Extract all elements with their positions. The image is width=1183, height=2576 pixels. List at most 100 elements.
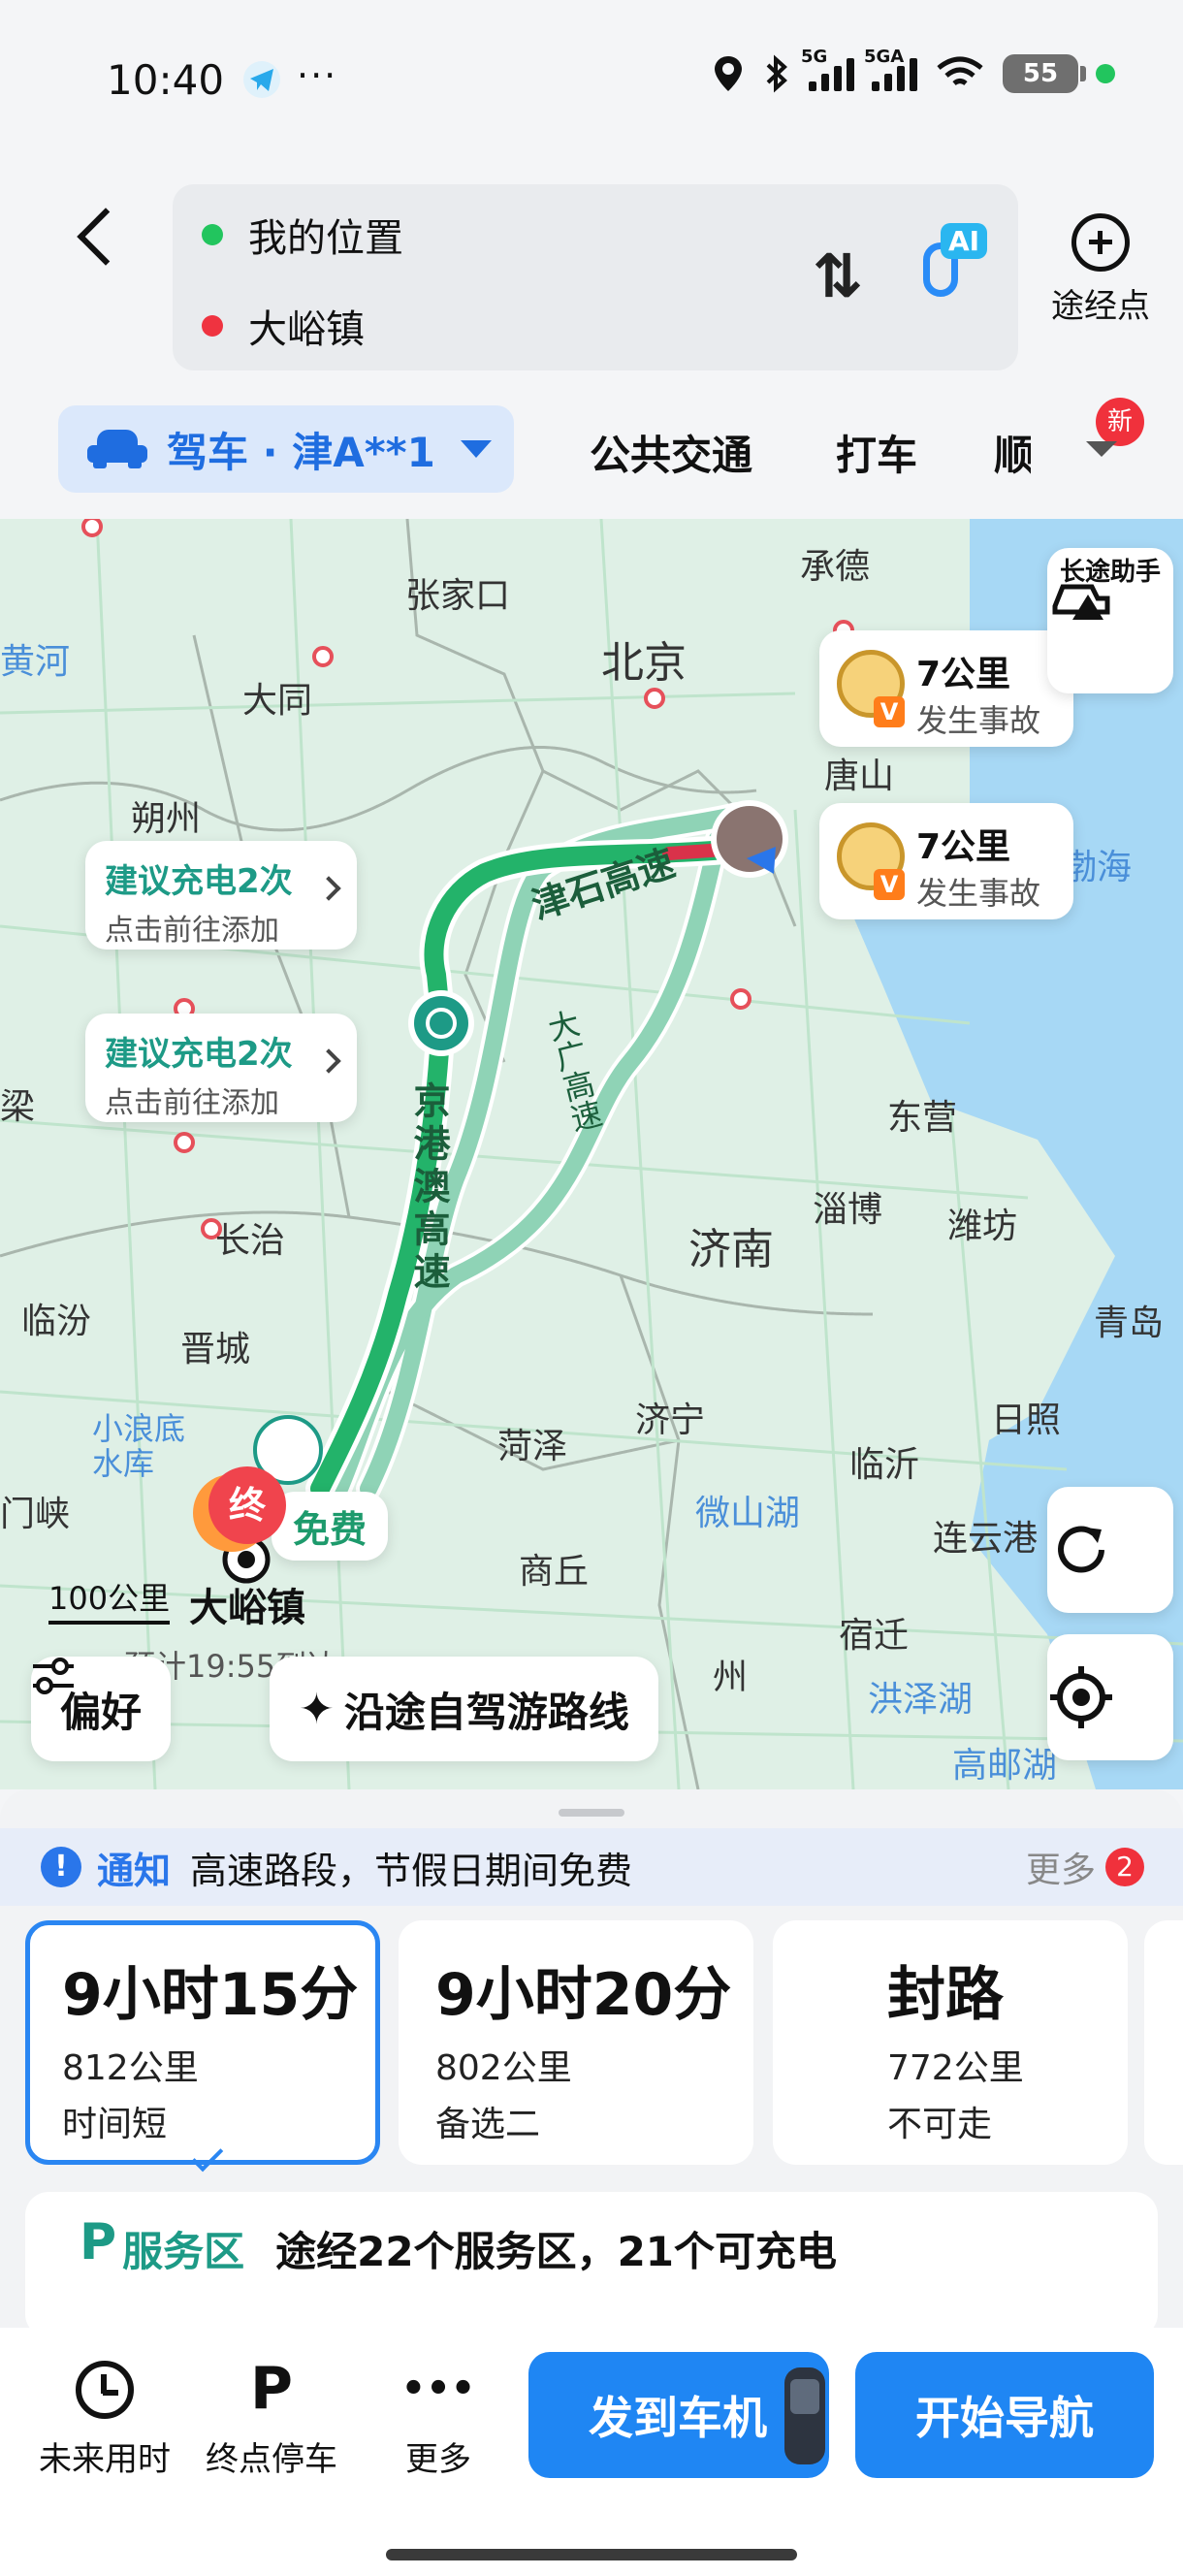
tab-drive[interactable]: 驾车 · 津A**1	[58, 405, 514, 493]
charge-suggestion-card[interactable]: 建议充电2次 点击前往添加	[85, 1014, 357, 1122]
swap-icon[interactable]: ⇅	[813, 241, 863, 311]
map-label: 商丘	[519, 1552, 590, 1592]
route-option-card[interactable]: 9小时20分 802公里 备选二	[399, 1920, 753, 2165]
refresh-button[interactable]	[1047, 1487, 1173, 1613]
map-label: 微山湖	[695, 1494, 801, 1533]
car-icon	[87, 430, 147, 468]
location-icon	[715, 56, 742, 91]
map-label: 大同	[242, 681, 313, 721]
telegram-icon	[243, 61, 280, 98]
home-indicator[interactable]	[386, 2549, 797, 2560]
ai-badge: AI	[941, 223, 988, 259]
map-label: 承德	[800, 547, 871, 587]
route-option-card[interactable]: 9小时15分 812公里 时间短	[25, 1920, 380, 2173]
map-label: 小浪底水库	[92, 1410, 186, 1482]
verified-badge: V	[874, 869, 905, 900]
destination-parking-button[interactable]: P 终点停车	[194, 2355, 349, 2480]
privacy-dot	[1096, 64, 1115, 83]
route-input-box: 我的位置 大峪镇 ⇅ AI	[173, 184, 1018, 370]
accident-card[interactable]: V 7公里 发生事故	[819, 803, 1073, 919]
map-label: 洪泽湖	[868, 1680, 974, 1720]
map-label: 朔州	[131, 799, 202, 839]
more-dots-icon: •••	[400, 2367, 476, 2411]
map-label: 东营	[887, 1098, 958, 1138]
map-label: 菏泽	[497, 1427, 568, 1466]
map-label: 门峡	[0, 1495, 71, 1534]
signal-5g-icon: 5G	[801, 47, 854, 91]
route-option-card-peek[interactable]	[1144, 1920, 1183, 2165]
sliders-icon	[33, 1658, 74, 1694]
future-time-button[interactable]: 未来用时	[27, 2355, 182, 2480]
info-icon: !	[41, 1847, 81, 1887]
plus-circle-icon	[1071, 213, 1130, 272]
preference-button[interactable]: 偏好	[31, 1657, 172, 1761]
map-label: 北京	[601, 638, 687, 688]
destination-map-label: 大峪镇	[189, 1586, 305, 1630]
map-label: 黄河	[0, 642, 71, 682]
route-map[interactable]: 张家口 承德 北京 大同 朔州 唐山 东营 淄博 潍坊 济南 长治 临汾 晋城 …	[0, 519, 1183, 1789]
back-button[interactable]	[68, 199, 126, 276]
send-to-car-button[interactable]: 发到车机	[528, 2352, 829, 2478]
add-waypoint-button[interactable]: 途经点	[1042, 213, 1159, 327]
destination-dot-icon	[202, 315, 223, 337]
map-scale: 100公里	[48, 1574, 171, 1625]
status-bar: 10:40 ··· 5G 5GA 55	[0, 0, 1183, 145]
map-label: 济南	[688, 1225, 774, 1274]
origin-field[interactable]: 我的位置	[202, 206, 403, 264]
service-label: 服务区	[122, 2228, 245, 2275]
sparkle-icon: ✦	[299, 1684, 335, 1734]
scenic-route-button[interactable]: ✦ 沿途自驾游路线	[270, 1657, 658, 1761]
more-tabs-chevron-icon[interactable]	[1086, 441, 1117, 457]
car-warning-icon	[1052, 584, 1110, 620]
notice-text: 高速路段，节假日期间免费	[190, 1849, 633, 1892]
notice-bar[interactable]: ! 通知 高速路段，节假日期间免费 更多 2	[0, 1828, 1183, 1906]
destination-field[interactable]: 大峪镇	[202, 297, 365, 355]
parking-icon: P	[250, 2355, 293, 2423]
voice-assistant-button[interactable]: AI	[906, 223, 988, 316]
tab-taxi[interactable]: 打车	[836, 423, 917, 482]
bluetooth-icon	[766, 54, 787, 93]
map-label: 宿迁	[839, 1616, 910, 1656]
status-more: ···	[297, 54, 338, 97]
verified-badge: V	[874, 696, 905, 727]
signal-5ga-icon: 5GA	[864, 47, 917, 91]
long-trip-helper-button[interactable]: 长途助手	[1047, 548, 1173, 693]
origin-dot-icon	[202, 224, 223, 245]
map-label: 潍坊	[947, 1207, 1018, 1246]
map-label: 张家口	[405, 576, 511, 616]
end-marker-icon: 终	[208, 1466, 286, 1544]
map-label: 连云港	[933, 1519, 1039, 1559]
accident-card[interactable]: V 7公里 发生事故	[819, 630, 1073, 747]
parking-service-icon: P	[80, 2213, 117, 2271]
crosshair-icon	[1050, 1666, 1112, 1728]
map-label: 州	[713, 1658, 749, 1697]
sheet-handle[interactable]	[559, 1809, 624, 1817]
route-option-card[interactable]: 封路 772公里 不可走	[773, 1920, 1128, 2165]
more-button[interactable]: ••• 更多	[361, 2355, 516, 2480]
wifi-icon	[937, 56, 983, 86]
start-navigation-button[interactable]: 开始导航	[855, 2352, 1154, 2478]
clock-icon	[76, 2361, 134, 2419]
map-label: 晋城	[180, 1330, 251, 1369]
new-badge: 新	[1096, 398, 1144, 446]
notice-label: 通知	[97, 1849, 172, 1892]
tab-drive-label: 驾车 · 津A**1	[167, 428, 435, 476]
refresh-icon	[1058, 1526, 1104, 1573]
charge-suggestion-card[interactable]: 建议充电2次 点击前往添加	[85, 841, 357, 950]
road-label: 京港澳高速	[407, 1081, 450, 1295]
map-label: 淄博	[813, 1190, 883, 1230]
map-label: 唐山	[824, 757, 895, 796]
map-label: 高邮湖	[952, 1746, 1058, 1786]
destination-text: 大峪镇	[248, 307, 365, 352]
chevron-down-icon	[460, 440, 492, 458]
tab-carpool[interactable]: 顺	[994, 423, 1031, 482]
action-bar: 未来用时 P 终点停车 ••• 更多 发到车机 开始导航	[0, 2328, 1183, 2576]
map-label: 长治	[215, 1221, 286, 1261]
service-area-row[interactable]: P 服务区 途经22个服务区，21个可充电	[25, 2192, 1158, 2337]
origin-text: 我的位置	[248, 216, 403, 261]
tab-transit[interactable]: 公共交通	[590, 423, 752, 482]
locate-button[interactable]	[1047, 1634, 1173, 1760]
map-label: 济宁	[635, 1401, 706, 1440]
notice-more-link[interactable]: 更多	[1026, 1842, 1096, 1892]
service-text: 途经22个服务区，21个可充电	[275, 2228, 838, 2275]
